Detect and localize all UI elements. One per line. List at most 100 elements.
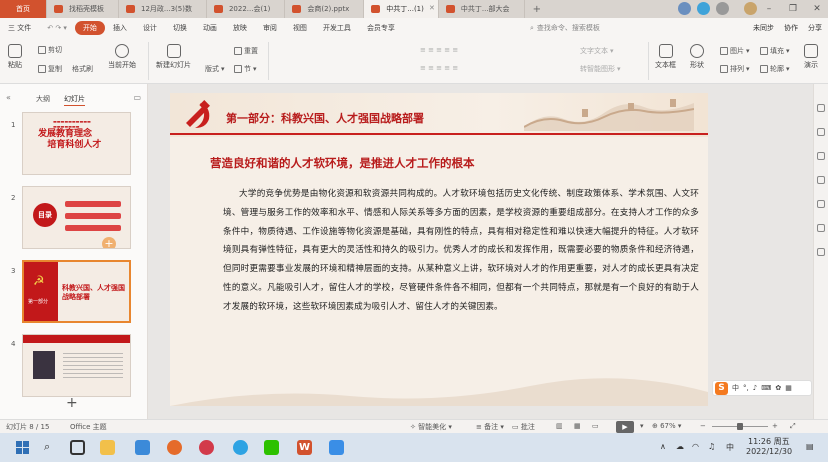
skin-icon[interactable]: ✿ (775, 384, 781, 392)
clock-time[interactable]: 11:26 周五 (748, 436, 790, 447)
tab-document[interactable]: 中共丁...部大会 (439, 0, 525, 18)
new-slide-button[interactable]: 新建幻灯片 (156, 44, 191, 70)
fill-button[interactable]: 填充 ▾ (760, 46, 790, 56)
comments-button[interactable]: ▭ 批注 (512, 422, 535, 432)
tab-document[interactable]: 会商(2).pptx (285, 0, 365, 18)
search-input[interactable]: ⌕ 查找命令、搜索模板 (530, 21, 638, 35)
tab-outline[interactable]: 大纲 (36, 94, 50, 106)
input-lang[interactable]: 中 (726, 442, 734, 453)
wps-icon[interactable]: W (297, 440, 312, 455)
view-normal-icon[interactable]: ▥ (556, 422, 563, 430)
shape-button[interactable]: 形状 (690, 44, 704, 70)
clock-date[interactable]: 2022/12/30 (746, 447, 792, 456)
cloud-icon[interactable]: ☁ (676, 442, 684, 451)
tab-document[interactable]: 2022...会(1) (207, 0, 286, 18)
align-buttons-2[interactable]: ≡ ≡ ≡ ≡ ≡ (420, 64, 458, 72)
slide-thumbnail-2[interactable]: 目录 + (22, 186, 131, 249)
view-reading-icon[interactable]: ▭ (592, 422, 599, 430)
menu-view[interactable]: 视图 (285, 23, 315, 33)
file-explorer-icon[interactable] (100, 440, 115, 455)
outline-button[interactable]: 轮廓 ▾ (760, 64, 790, 74)
tab-document[interactable]: 12月政...3(5)数 (119, 0, 207, 18)
close-window-icon[interactable]: ✕ (806, 4, 828, 14)
grid-icon[interactable] (678, 2, 691, 15)
undo-icon[interactable]: ↶ ↷ ▾ (39, 24, 75, 32)
slide-thumbnail-4[interactable] (22, 334, 131, 397)
maximize-icon[interactable]: ❐ (782, 4, 804, 14)
play-from-current-button[interactable]: 当前开始 (108, 44, 136, 70)
wifi-icon[interactable]: ◠ (692, 442, 699, 451)
slide-thumbnail-3[interactable]: ☭ 第一部分 科教兴国、人才强国战略部署 (22, 260, 131, 323)
menu-animation[interactable]: 动画 (195, 23, 225, 33)
play-icon[interactable]: ▶ (616, 421, 634, 433)
play-button[interactable]: 演示 (804, 44, 818, 70)
picture-button[interactable]: 图片 ▾ (720, 46, 750, 56)
task-view-icon[interactable] (70, 440, 85, 455)
sync-button[interactable]: 未同步 (753, 23, 774, 33)
collapse-icon[interactable]: « (6, 93, 11, 102)
convert-smartart-button[interactable]: 转智能图形 ▾ (580, 64, 621, 74)
sidebar-tool-icon[interactable] (817, 152, 825, 160)
slide-thumbnail-1[interactable]: ▬▬▬▬▬▬▬▬▬▬ ▬▬▬▬▬▬▬ 发展教育理念 培育科创人才 (22, 112, 131, 175)
app-icon[interactable] (135, 440, 150, 455)
windows-start-icon[interactable] (16, 441, 29, 454)
new-tab-button[interactable]: + (525, 0, 549, 18)
menu-design[interactable]: 设计 (135, 23, 165, 33)
user-icon[interactable] (716, 2, 729, 15)
format-painter-button[interactable]: 格式刷 (72, 64, 93, 74)
app-icon[interactable] (329, 440, 344, 455)
align-buttons[interactable]: ≡ ≡ ≡ ≡ ≡ (420, 46, 458, 54)
beautify-button[interactable]: ✧ 智能美化 ▾ (410, 422, 452, 432)
tab-home[interactable]: 首页 (0, 0, 47, 18)
notes-button[interactable]: ≡ 备注 ▾ (476, 422, 504, 432)
text-direction-button[interactable]: 文字文本 ▾ (580, 46, 614, 56)
tab-slides[interactable]: 幻灯片 (64, 94, 85, 106)
menu-insert[interactable]: 插入 (105, 23, 135, 33)
zoom-out-icon[interactable]: − (700, 422, 706, 430)
arrange-button[interactable]: 排列 ▾ (720, 64, 750, 74)
menu-developer[interactable]: 开发工具 (315, 23, 359, 33)
ime-toolbar[interactable]: S 中 °, ♪ ⌨ ✿ ▦ (712, 380, 812, 396)
edge-icon[interactable] (233, 440, 248, 455)
notification-icon[interactable]: ▤ (806, 442, 814, 451)
zoom-slider-handle[interactable] (737, 423, 743, 430)
ime-punct-icon[interactable]: °, (743, 384, 749, 392)
search-icon[interactable]: ⌕ (44, 440, 50, 454)
current-slide[interactable]: 第一部分：科教兴国、人才强国战略部署 营造良好和谐的人才软环境，是推进人才工作的… (170, 93, 708, 406)
sidebar-tool-icon[interactable] (817, 104, 825, 112)
menu-home[interactable]: 开始 (74, 21, 105, 35)
wechat-icon[interactable] (264, 440, 279, 455)
sidebar-tool-icon[interactable] (817, 176, 825, 184)
sidebar-tool-icon[interactable] (817, 224, 825, 232)
reset-button[interactable]: 重置 (234, 46, 258, 56)
menu-transition[interactable]: 切换 (165, 23, 195, 33)
expand-icon[interactable]: ▭ (133, 93, 141, 102)
zoom-in-icon[interactable]: + (772, 422, 778, 430)
ime-lang[interactable]: 中 (732, 383, 739, 393)
collaborate-button[interactable]: 协作 (784, 23, 798, 33)
copy-button[interactable]: 复制 (38, 64, 62, 74)
menu-slideshow[interactable]: 放映 (225, 23, 255, 33)
minimize-icon[interactable]: – (758, 4, 780, 14)
menu-icon[interactable]: ▦ (785, 384, 792, 392)
microphone-icon[interactable]: ♪ (753, 384, 757, 392)
play-dropdown-icon[interactable]: ▾ (640, 422, 644, 430)
app-icon[interactable] (199, 440, 214, 455)
slide-body-text[interactable]: 大学的竞争优势是由物化资源和软资源共同构成的。人才软环境包括历史文化传统、制度政… (223, 185, 699, 317)
tab-docer[interactable]: 找稻壳模板 (47, 0, 119, 18)
section-button[interactable]: 节 ▾ (234, 64, 257, 74)
app-icon[interactable] (167, 440, 182, 455)
file-menu[interactable]: 三 文件 (0, 23, 39, 33)
add-icon[interactable]: + (102, 237, 116, 248)
sidebar-tool-icon[interactable] (817, 200, 825, 208)
close-icon[interactable]: ✕ (429, 4, 435, 12)
fit-icon[interactable]: ⤢ (790, 422, 796, 431)
view-sorter-icon[interactable]: ▦ (574, 422, 581, 430)
tray-up-icon[interactable]: ∧ (660, 442, 666, 451)
menu-review[interactable]: 审阅 (255, 23, 285, 33)
add-slide-button[interactable]: + (66, 395, 78, 411)
paste-button[interactable]: 粘贴 (8, 44, 22, 70)
text-box-button[interactable]: 文本框 (655, 44, 676, 70)
sidebar-tool-icon[interactable] (817, 128, 825, 136)
cut-button[interactable]: 剪切 (38, 45, 62, 55)
